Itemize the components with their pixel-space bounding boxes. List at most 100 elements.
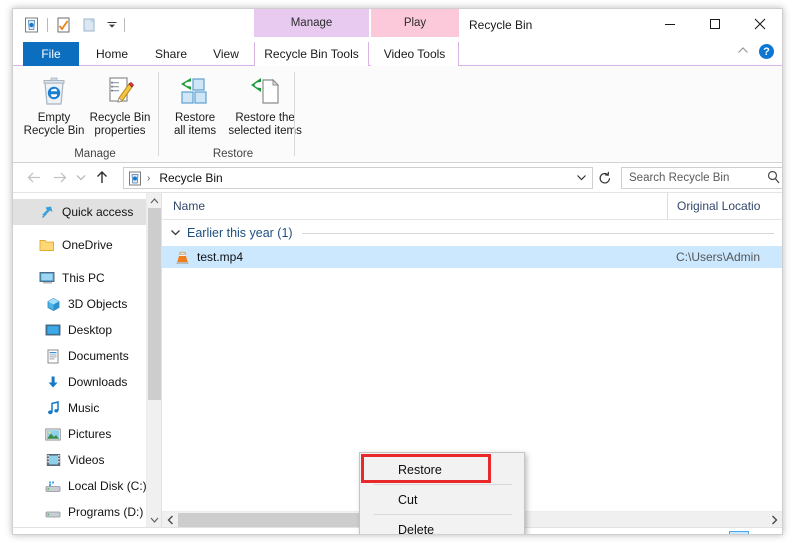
breadcrumb-separator: › bbox=[147, 172, 151, 184]
sidebar-item-documents[interactable]: Documents bbox=[13, 343, 161, 369]
sidebar-item-pictures[interactable]: Pictures bbox=[13, 421, 161, 447]
desktop-icon bbox=[43, 323, 63, 337]
restore-all-items-label-2: all items bbox=[173, 125, 217, 137]
maximize-button[interactable] bbox=[692, 9, 737, 38]
breadcrumb-current[interactable]: Recycle Bin bbox=[159, 171, 222, 185]
sidebar-label-videos: Videos bbox=[68, 453, 105, 467]
context-menu-item-restore[interactable]: Restore bbox=[360, 455, 524, 484]
sidebar-item-quick-access[interactable]: Quick access bbox=[13, 199, 161, 225]
tab-share[interactable]: Share bbox=[143, 42, 199, 66]
restore-selected-items-button[interactable]: Restore the selected items bbox=[227, 69, 303, 138]
sidebar-item-videos[interactable]: Videos bbox=[13, 447, 161, 473]
ribbon-right-controls: ? bbox=[737, 44, 774, 59]
group-header-label: Earlier this year (1) bbox=[187, 226, 293, 240]
sidebar-item-desktop[interactable]: Desktop bbox=[13, 317, 161, 343]
sidebar-item-3d-objects[interactable]: 3D Objects bbox=[13, 291, 161, 317]
toolbar-divider bbox=[47, 18, 48, 32]
hscroll-left-icon[interactable] bbox=[162, 512, 178, 528]
ribbon: Empty Recycle Bin Recycle Bin properties… bbox=[13, 66, 782, 163]
sidebar-item-music[interactable]: Music bbox=[13, 395, 161, 421]
customize-dropdown-icon[interactable] bbox=[105, 15, 119, 35]
breadcrumb-recycle-bin-icon bbox=[128, 171, 142, 186]
drive-icon bbox=[43, 480, 63, 493]
sidebar-label-downloads: Downloads bbox=[68, 375, 128, 389]
restore-all-items-button[interactable]: Restore all items bbox=[163, 69, 227, 138]
recent-locations-icon[interactable] bbox=[73, 165, 89, 191]
search-box[interactable]: Search Recycle Bin bbox=[621, 167, 782, 189]
window-title: Recycle Bin bbox=[469, 18, 533, 32]
sidebar-item-local-disk-c[interactable]: Local Disk (C:) bbox=[13, 473, 161, 499]
recycle-bin-icon[interactable] bbox=[21, 15, 42, 36]
empty-recycle-bin-icon bbox=[37, 73, 71, 109]
breadcrumb-bar[interactable]: › Recycle Bin bbox=[123, 167, 593, 189]
tab-view[interactable]: View bbox=[201, 42, 251, 66]
tab-share-label: Share bbox=[154, 47, 188, 61]
breadcrumb-dropdown-icon[interactable] bbox=[576, 173, 587, 184]
context-menu[interactable]: Restore Cut Delete Properties bbox=[359, 452, 525, 535]
help-icon[interactable]: ? bbox=[759, 44, 774, 59]
sidebar-label-quick-access: Quick access bbox=[62, 205, 134, 219]
recycle-bin-properties-icon bbox=[103, 73, 137, 109]
recycle-bin-properties-button[interactable]: Recycle Bin properties bbox=[87, 69, 153, 138]
sidebar-item-programs-d[interactable]: Programs (D:) bbox=[13, 499, 161, 525]
search-input[interactable]: Search Recycle Bin bbox=[629, 172, 729, 184]
file-name-cell[interactable]: test.mp4 bbox=[162, 250, 667, 265]
context-menu-item-delete[interactable]: Delete bbox=[360, 515, 524, 535]
table-row[interactable]: test.mp4 C:\Users\Admin bbox=[162, 246, 782, 268]
vlc-media-icon bbox=[175, 250, 190, 265]
quick-access-toolbar bbox=[21, 14, 125, 36]
tab-video-tools-label: Video Tools bbox=[383, 47, 446, 61]
minimize-button[interactable] bbox=[647, 9, 692, 38]
context-menu-label-cut: Cut bbox=[398, 492, 418, 507]
status-item-count: 1 item bbox=[23, 534, 56, 535]
collapse-ribbon-icon[interactable] bbox=[737, 46, 749, 58]
sidebar-scroll-up-icon[interactable] bbox=[147, 193, 161, 208]
context-menu-label-restore: Restore bbox=[398, 462, 442, 477]
new-folder-icon[interactable] bbox=[79, 15, 100, 36]
pin-icon bbox=[37, 205, 57, 220]
empty-recycle-bin-button[interactable]: Empty Recycle Bin bbox=[21, 69, 87, 138]
sidebar-label-pictures: Pictures bbox=[68, 427, 112, 441]
documents-icon bbox=[43, 349, 63, 364]
sidebar-scroll-down-icon[interactable] bbox=[147, 512, 161, 527]
properties-icon[interactable] bbox=[53, 15, 74, 36]
sidebar-item-downloads[interactable]: Downloads bbox=[13, 369, 161, 395]
restore-selected-items-label-1: Restore the bbox=[235, 112, 295, 124]
group-header-earlier-this-year[interactable]: Earlier this year (1) bbox=[162, 220, 782, 246]
refresh-icon[interactable] bbox=[598, 171, 612, 189]
sidebar-label-programs-d: Programs (D:) bbox=[68, 505, 144, 519]
sidebar-label-music: Music bbox=[68, 401, 100, 415]
tab-home[interactable]: Home bbox=[83, 42, 141, 66]
sidebar-scrollbar[interactable] bbox=[146, 193, 161, 527]
onedrive-folder-icon bbox=[37, 238, 57, 252]
forward-arrow-icon[interactable] bbox=[47, 165, 73, 191]
group-collapse-icon[interactable] bbox=[170, 228, 181, 239]
tab-file[interactable]: File bbox=[23, 42, 79, 66]
close-button[interactable] bbox=[737, 9, 782, 38]
tab-recycle-bin-tools[interactable]: Recycle Bin Tools bbox=[254, 42, 369, 66]
up-arrow-icon[interactable] bbox=[89, 165, 115, 191]
hscroll-right-icon[interactable] bbox=[766, 512, 782, 528]
downloads-icon bbox=[43, 375, 63, 390]
tab-home-label: Home bbox=[95, 47, 128, 61]
sidebar-scroll-thumb[interactable] bbox=[148, 208, 161, 400]
ribbon-group-divider-2 bbox=[294, 72, 295, 156]
search-icon[interactable] bbox=[767, 170, 780, 187]
column-header-name[interactable]: Name bbox=[162, 193, 667, 220]
ribbon-group-manage: Empty Recycle Bin Recycle Bin properties… bbox=[21, 66, 169, 162]
ribbon-group-divider-1 bbox=[158, 72, 159, 156]
back-arrow-icon[interactable] bbox=[21, 165, 47, 191]
recycle-bin-properties-label-1: Recycle Bin bbox=[89, 112, 151, 124]
contextual-tab-group-manage: Manage bbox=[254, 9, 369, 37]
details-view-button[interactable] bbox=[729, 531, 749, 534]
sidebar-item-onedrive[interactable]: OneDrive bbox=[13, 232, 161, 258]
file-location-cell: C:\Users\Admin bbox=[676, 250, 761, 264]
tab-video-tools[interactable]: Video Tools bbox=[371, 42, 459, 66]
sidebar-item-this-pc[interactable]: This PC bbox=[13, 265, 161, 291]
status-divider-1 bbox=[65, 534, 66, 535]
column-header-original-location[interactable]: Original Locatio bbox=[667, 193, 782, 220]
large-icons-view-button[interactable] bbox=[754, 531, 774, 534]
ribbon-group-label-restore: Restore bbox=[212, 148, 254, 160]
context-menu-item-cut[interactable]: Cut bbox=[360, 485, 524, 514]
ribbon-group-restore: Restore all items Restore the selected i… bbox=[163, 66, 303, 162]
